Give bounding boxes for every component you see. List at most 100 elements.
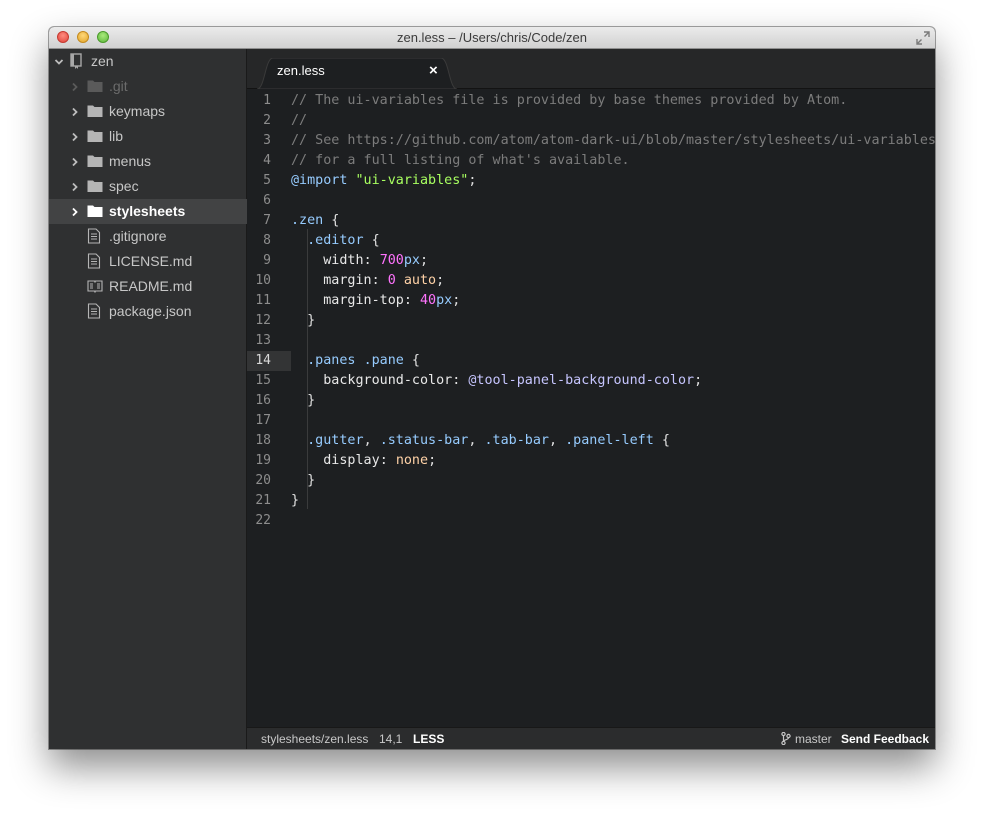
send-feedback-link[interactable]: Send Feedback: [841, 732, 929, 746]
folder-icon: [87, 130, 103, 142]
book-icon: [87, 280, 103, 293]
line-number: 11: [255, 293, 271, 308]
tree-item-label: keymaps: [109, 103, 166, 119]
tree-view[interactable]: zen .git keymaps lib menus spec stylesheets .g…: [49, 49, 247, 749]
code-token: px: [436, 293, 453, 308]
line-number: 2: [263, 113, 271, 128]
editor-pane[interactable]: zen.less × 1 2 3 4 5 6 7 8 9 10 11 12 13 14 15 16 17 18 19…: [247, 49, 935, 727]
status-file-path[interactable]: stylesheets/zen.less: [261, 732, 368, 746]
code-line[interactable]: }: [291, 311, 315, 331]
tree-item-lib[interactable]: lib: [49, 124, 247, 149]
tree-item-menus[interactable]: menus: [49, 149, 247, 174]
code-editor[interactable]: // The ui-variables file is provided by …: [291, 89, 935, 727]
line-number: 8: [263, 233, 271, 248]
code-token: ,: [468, 433, 485, 448]
file-text-icon: [87, 228, 101, 244]
chevron-right-icon[interactable]: [70, 207, 80, 217]
atom-window: zen.less – /Users/chris/Code/zen zen .gi…: [49, 27, 935, 749]
tree-item-label: LICENSE.md: [109, 253, 193, 269]
tree-item-package-json[interactable]: package.json: [49, 299, 247, 324]
code-line[interactable]: //: [291, 111, 307, 131]
code-token: }: [291, 473, 316, 488]
line-number: 7: [263, 213, 271, 228]
code-token: .gutter: [307, 433, 364, 448]
code-token: :: [452, 373, 469, 388]
code-token: ;: [694, 373, 703, 388]
status-grammar[interactable]: LESS: [413, 732, 444, 746]
window-title: zen.less – /Users/chris/Code/zen: [396, 30, 588, 45]
chevron-right-icon[interactable]: [70, 182, 80, 192]
code-token: {: [403, 353, 420, 368]
folder-icon: [87, 180, 103, 192]
tree-item-readme-md[interactable]: README.md: [49, 274, 247, 299]
code-line[interactable]: margin: 0 auto;: [291, 271, 444, 291]
tree-item-keymaps[interactable]: keymaps: [49, 99, 247, 124]
status-git-branch[interactable]: master: [795, 732, 832, 746]
status-cursor-position[interactable]: 14,1: [379, 732, 402, 746]
code-token: .zen: [291, 213, 324, 228]
folder-icon: [87, 205, 103, 217]
chevron-right-icon[interactable]: [70, 157, 80, 167]
code-token: }: [291, 493, 300, 508]
code-token: ;: [436, 273, 445, 288]
code-line[interactable]: }: [291, 391, 315, 411]
code-token: .status-bar: [379, 433, 469, 448]
file-text-icon: [87, 303, 101, 319]
code-token: }: [291, 393, 316, 408]
code-token: ,: [549, 433, 566, 448]
close-tab-icon[interactable]: ×: [429, 62, 438, 79]
code-line[interactable]: background-color: @tool-panel-background…: [291, 371, 702, 391]
line-number: 1: [263, 93, 271, 108]
code-line[interactable]: .panes .pane {: [291, 351, 420, 371]
code-token: //: [291, 113, 308, 128]
code-line[interactable]: // See https://github.com/atom/atom-dark…: [291, 131, 935, 151]
tree-root-label: zen: [91, 53, 114, 69]
folder-icon: [87, 105, 103, 117]
code-token: .pane: [363, 353, 404, 368]
tree-item-spec[interactable]: spec: [49, 174, 247, 199]
code-line[interactable]: @import "ui-variables";: [291, 171, 476, 191]
code-token: .panes: [307, 353, 356, 368]
code-line[interactable]: // for a full listing of what's availabl…: [291, 151, 630, 171]
tree-item-dot-git[interactable]: .git: [49, 74, 247, 99]
line-number: 18: [255, 433, 271, 448]
chevron-down-icon[interactable]: [54, 57, 64, 67]
code-line[interactable]: }: [291, 491, 299, 511]
tree-item-license-md[interactable]: LICENSE.md: [49, 249, 247, 274]
code-line[interactable]: margin-top: 40px;: [291, 291, 460, 311]
code-token: // The ui-variables file is provided by …: [291, 93, 848, 108]
fullscreen-icon[interactable]: [915, 30, 931, 46]
title-bar[interactable]: zen.less – /Users/chris/Code/zen: [49, 27, 935, 49]
tree-item-dot-gitignore[interactable]: .gitignore: [49, 224, 247, 249]
code-token: .tab-bar: [484, 433, 550, 448]
code-token: 40: [420, 293, 437, 308]
code-line[interactable]: .zen {: [291, 211, 339, 231]
chevron-right-icon[interactable]: [70, 107, 80, 117]
line-number: 10: [255, 273, 271, 288]
tab-zen-less[interactable]: zen.less ×: [257, 58, 457, 89]
line-number: 12: [255, 313, 271, 328]
code-token: {: [653, 433, 670, 448]
code-token: :: [403, 293, 420, 308]
tab-bar: zen.less ×: [247, 49, 935, 89]
chevron-right-icon[interactable]: [70, 82, 80, 92]
code-line[interactable]: display: none;: [291, 451, 436, 471]
code-line[interactable]: .editor {: [291, 231, 380, 251]
chevron-right-icon[interactable]: [70, 132, 80, 142]
code-token: :: [379, 453, 396, 468]
tree-root-zen[interactable]: zen: [49, 49, 247, 74]
code-token: "ui-variables": [355, 173, 469, 188]
line-number: 3: [263, 133, 271, 148]
repo-icon: [70, 53, 82, 69]
code-line[interactable]: // The ui-variables file is provided by …: [291, 91, 847, 111]
tree-item-label: README.md: [109, 278, 193, 294]
code-line[interactable]: width: 700px;: [291, 251, 428, 271]
tab-label: zen.less: [277, 63, 325, 78]
tree-item-stylesheets[interactable]: stylesheets: [49, 199, 247, 224]
code-line[interactable]: }: [291, 471, 315, 491]
code-token: ;: [420, 253, 429, 268]
code-line[interactable]: .gutter, .status-bar, .tab-bar, .panel-l…: [291, 431, 670, 451]
